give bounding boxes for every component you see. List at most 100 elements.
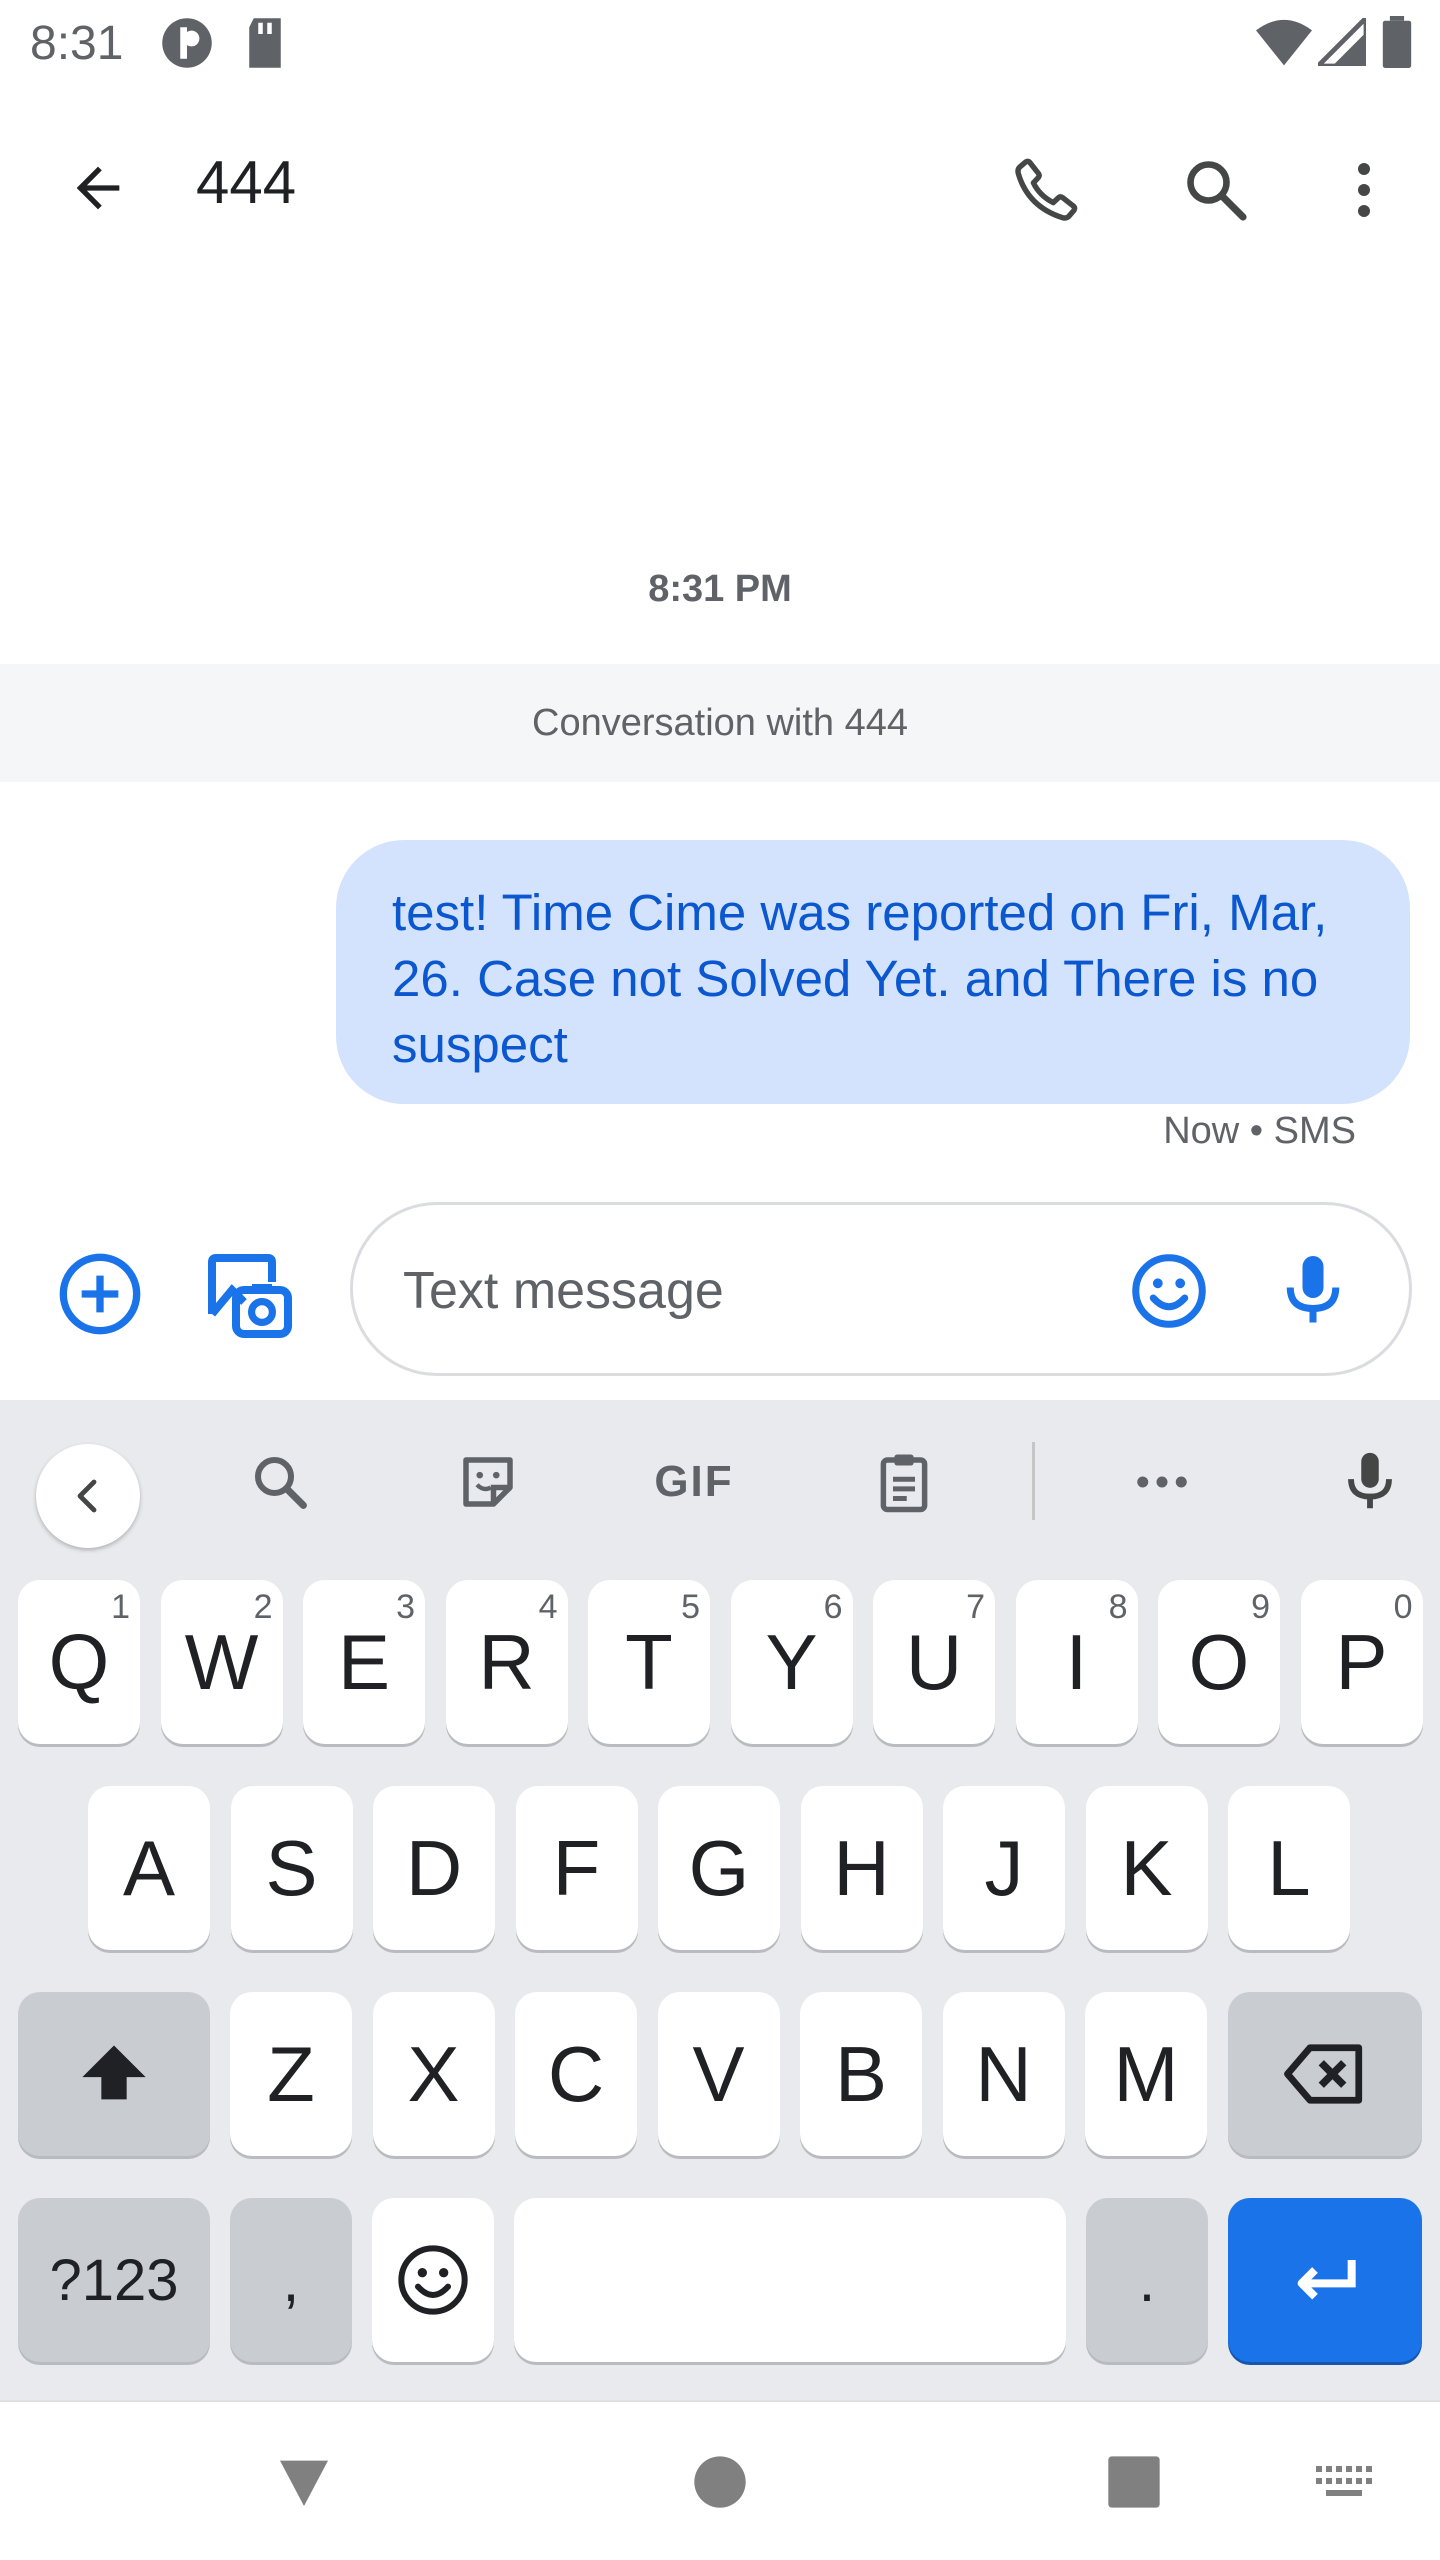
key-d[interactable]: D xyxy=(373,1786,495,1950)
nav-home-button[interactable] xyxy=(670,2442,770,2522)
collapse-toolbar-button[interactable] xyxy=(36,1444,140,1548)
call-button[interactable] xyxy=(998,142,1094,238)
key-y[interactable]: Y6 xyxy=(730,1580,853,1744)
conversation-banner: Conversation with 444 xyxy=(0,664,1440,782)
key-hint: 0 xyxy=(1393,1588,1413,1626)
symbols-key[interactable]: ?123 xyxy=(18,2198,210,2362)
key-hint: 9 xyxy=(1251,1588,1270,1626)
key-w[interactable]: W2 xyxy=(160,1580,283,1744)
key-hint: 7 xyxy=(966,1588,985,1626)
key-label: Y xyxy=(765,1617,818,1706)
chevron-left-icon xyxy=(77,1479,97,1513)
key-v[interactable]: V xyxy=(657,1992,780,2156)
more-horiz-icon xyxy=(1137,1476,1187,1488)
key-r[interactable]: R4 xyxy=(445,1580,568,1744)
gif-button[interactable]: GIF xyxy=(646,1440,742,1524)
key-label: M xyxy=(1113,2029,1179,2118)
emoji-icon xyxy=(398,2245,468,2315)
app-bar: 444 xyxy=(0,110,1440,250)
add-circle-icon xyxy=(59,1253,141,1335)
key-z[interactable]: Z xyxy=(230,1992,352,2156)
outgoing-message-bubble[interactable]: test! Time Cime was reported on Fri, Mar… xyxy=(336,840,1410,1104)
key-f[interactable]: F xyxy=(515,1786,638,1950)
comma-key[interactable]: , xyxy=(230,2198,352,2362)
message-timestamp: 8:31 PM xyxy=(648,568,792,610)
key-label: H xyxy=(833,1823,890,1912)
key-x[interactable]: X xyxy=(372,1992,495,2156)
keyboard: G I F Q 1 W 2 E 3 R 4 T 5 Y 6 U 7 I 8 O 9 … xyxy=(0,1400,1440,2400)
key-t[interactable]: T5 xyxy=(588,1580,710,1744)
key-label: C xyxy=(547,2029,605,2118)
back-button[interactable] xyxy=(50,140,146,236)
backspace-icon xyxy=(1284,2044,1363,2104)
keyboard-voice-button[interactable] xyxy=(1322,1440,1418,1524)
key-c[interactable]: C xyxy=(515,1992,637,2156)
key-label: J xyxy=(984,1823,1024,1912)
emoji-key[interactable] xyxy=(372,2198,494,2362)
key-label: B xyxy=(834,2029,888,2118)
screen: 8:31 444 8:31 PM Conversation with 444 t… xyxy=(0,0,1440,2560)
notification-app-icon xyxy=(162,18,212,68)
enter-arrow-icon xyxy=(1297,2260,1356,2300)
key-m[interactable]: M xyxy=(1085,1992,1207,2156)
key-l[interactable]: L xyxy=(1228,1786,1350,1950)
sticker-icon xyxy=(463,1457,513,1507)
key-q[interactable]: Q1 xyxy=(18,1580,140,1744)
nav-recents-button[interactable] xyxy=(1084,2442,1184,2522)
nav-back-button[interactable] xyxy=(254,2442,354,2522)
emoji-button[interactable] xyxy=(1127,1249,1211,1333)
key-p[interactable]: P0 xyxy=(1300,1580,1423,1744)
compose-field[interactable]: Text message xyxy=(350,1202,1412,1376)
key-hint: 2 xyxy=(253,1588,273,1626)
system-nav-bar xyxy=(0,2400,1440,2560)
gallery-camera-icon xyxy=(208,1254,292,1338)
battery-icon xyxy=(1382,16,1412,68)
key-label: V xyxy=(692,2029,745,2118)
more-keyboard-options-button[interactable] xyxy=(1114,1440,1210,1524)
more-options-button[interactable] xyxy=(1316,142,1412,238)
nav-recents-square-icon xyxy=(1108,2456,1160,2508)
key-j[interactable]: J xyxy=(943,1786,1065,1950)
shift-icon xyxy=(82,2045,146,2100)
key-o[interactable]: O9 xyxy=(1158,1580,1280,1744)
comma-key-label: , xyxy=(282,2246,300,2314)
add-attachment-button[interactable] xyxy=(56,1250,144,1338)
space-key[interactable] xyxy=(514,2198,1066,2362)
key-hint: 8 xyxy=(1108,1588,1128,1626)
status-bar: 8:31 xyxy=(0,0,1440,84)
gallery-button[interactable] xyxy=(200,1246,296,1342)
sticker-button[interactable] xyxy=(440,1440,536,1524)
key-hint: 5 xyxy=(681,1588,700,1626)
search-button[interactable] xyxy=(1168,142,1264,238)
key-u[interactable]: U7 xyxy=(873,1580,995,1744)
conversation-title: 444 xyxy=(196,149,297,216)
key-i[interactable]: I8 xyxy=(1015,1580,1138,1744)
key-s[interactable]: S xyxy=(230,1786,353,1950)
status-time: 8:31 xyxy=(30,17,124,70)
key-k[interactable]: K xyxy=(1085,1786,1208,1950)
key-label: D xyxy=(405,1823,463,1912)
key-a[interactable]: A xyxy=(88,1786,210,1950)
keyboard-icon xyxy=(1316,2466,1372,2496)
backspace-key[interactable] xyxy=(1228,1992,1422,2156)
wifi-icon xyxy=(1256,19,1312,66)
key-label: X xyxy=(407,2029,460,2118)
key-b[interactable]: B xyxy=(800,1992,922,2156)
key-label: S xyxy=(265,1823,318,1912)
message-status: Now • SMS xyxy=(1163,1110,1356,1152)
key-label: F xyxy=(552,1823,601,1912)
key-e[interactable]: E3 xyxy=(303,1580,425,1744)
phone-icon xyxy=(1015,158,1078,221)
period-key[interactable]: . xyxy=(1086,2198,1208,2362)
keyboard-search-button[interactable] xyxy=(232,1440,328,1524)
keyboard-switch-button[interactable] xyxy=(1294,2442,1394,2522)
key-n[interactable]: N xyxy=(942,1992,1065,2156)
enter-key[interactable] xyxy=(1228,2198,1422,2362)
shift-key[interactable] xyxy=(18,1992,210,2156)
voice-input-button[interactable] xyxy=(1271,1249,1355,1333)
back-arrow-icon xyxy=(76,166,120,210)
key-label: I xyxy=(1065,1617,1088,1706)
clipboard-button[interactable] xyxy=(856,1440,952,1524)
key-g[interactable]: G xyxy=(658,1786,780,1950)
key-h[interactable]: H xyxy=(800,1786,923,1950)
